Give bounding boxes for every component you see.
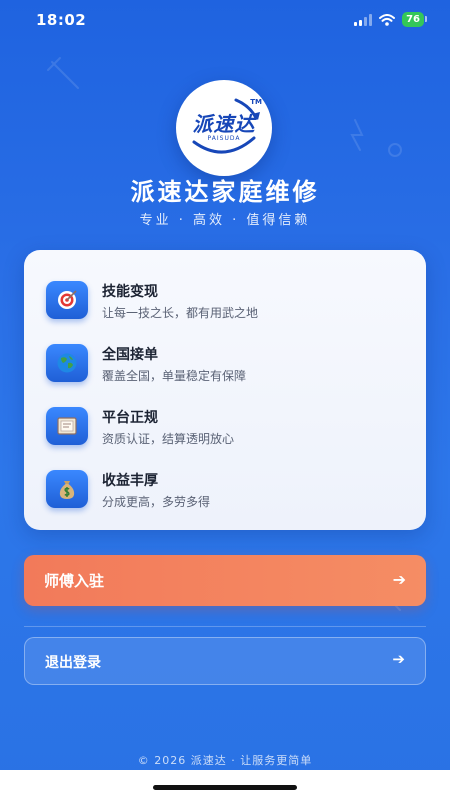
lightning-icon xyxy=(350,119,364,151)
brand-title: 派速达家庭维修 xyxy=(130,178,320,206)
status-icons: 76 xyxy=(354,12,427,27)
feature-title: 收益丰厚 xyxy=(102,473,158,489)
feature-item: 全国接单 覆盖全国，单量稳定有保障 xyxy=(46,336,406,386)
arrow-right-icon: ➔ xyxy=(392,570,406,589)
wifi-icon xyxy=(379,13,396,26)
feature-title: 平台正规 xyxy=(102,410,158,426)
feature-item: 平台正规 资质认证，结算透明放心 xyxy=(46,399,406,449)
logout-button[interactable]: 退出登录 ➔ xyxy=(24,637,426,685)
wrench-icon xyxy=(47,57,79,89)
battery-icon: 76 xyxy=(402,12,427,27)
signal-icon xyxy=(354,13,373,26)
master-join-label: 师傅入驻 xyxy=(44,572,105,590)
master-join-button[interactable]: 师傅入驻 ➔ xyxy=(24,555,426,606)
logo-text: 派速达 xyxy=(192,112,256,136)
feature-item: 收益丰厚 分成更高，多劳多得 xyxy=(46,462,406,512)
feature-item: 技能变现 让每一技之长，都有用武之地 xyxy=(46,273,406,323)
money-bag-icon xyxy=(46,470,88,508)
target-icon xyxy=(46,281,88,319)
feature-desc: 资质认证，结算透明放心 xyxy=(102,432,235,446)
status-time: 18:02 xyxy=(36,11,87,29)
features-card: 技能变现 让每一技之长，都有用武之地 全国接单 覆盖全国，单量稳定有保障 平台正… xyxy=(24,250,426,530)
feature-desc: 覆盖全国，单量稳定有保障 xyxy=(102,369,247,383)
certificate-icon xyxy=(46,407,88,445)
divider xyxy=(24,626,426,627)
globe-icon xyxy=(46,344,88,382)
logo-subtext: PAISUDA xyxy=(207,135,241,142)
status-bar: 18:02 76 xyxy=(0,0,450,40)
home-indicator[interactable] xyxy=(153,785,297,790)
feature-desc: 让每一技之长，都有用武之地 xyxy=(102,306,259,320)
logo-tm: TM xyxy=(250,98,262,106)
brand-subtitle: 专业 · 高效 · 值得信赖 xyxy=(139,213,311,228)
feature-title: 技能变现 xyxy=(102,284,158,300)
footer-copyright: © 2026 派速达 · 让服务更简单 xyxy=(137,754,313,767)
arrow-right-icon: ➔ xyxy=(392,650,405,668)
feature-desc: 分成更高，多劳多得 xyxy=(102,495,211,509)
logout-label: 退出登录 xyxy=(45,655,101,671)
app-logo: TM 派速达 PAISUDA xyxy=(176,80,272,176)
feature-title: 全国接单 xyxy=(102,347,158,363)
